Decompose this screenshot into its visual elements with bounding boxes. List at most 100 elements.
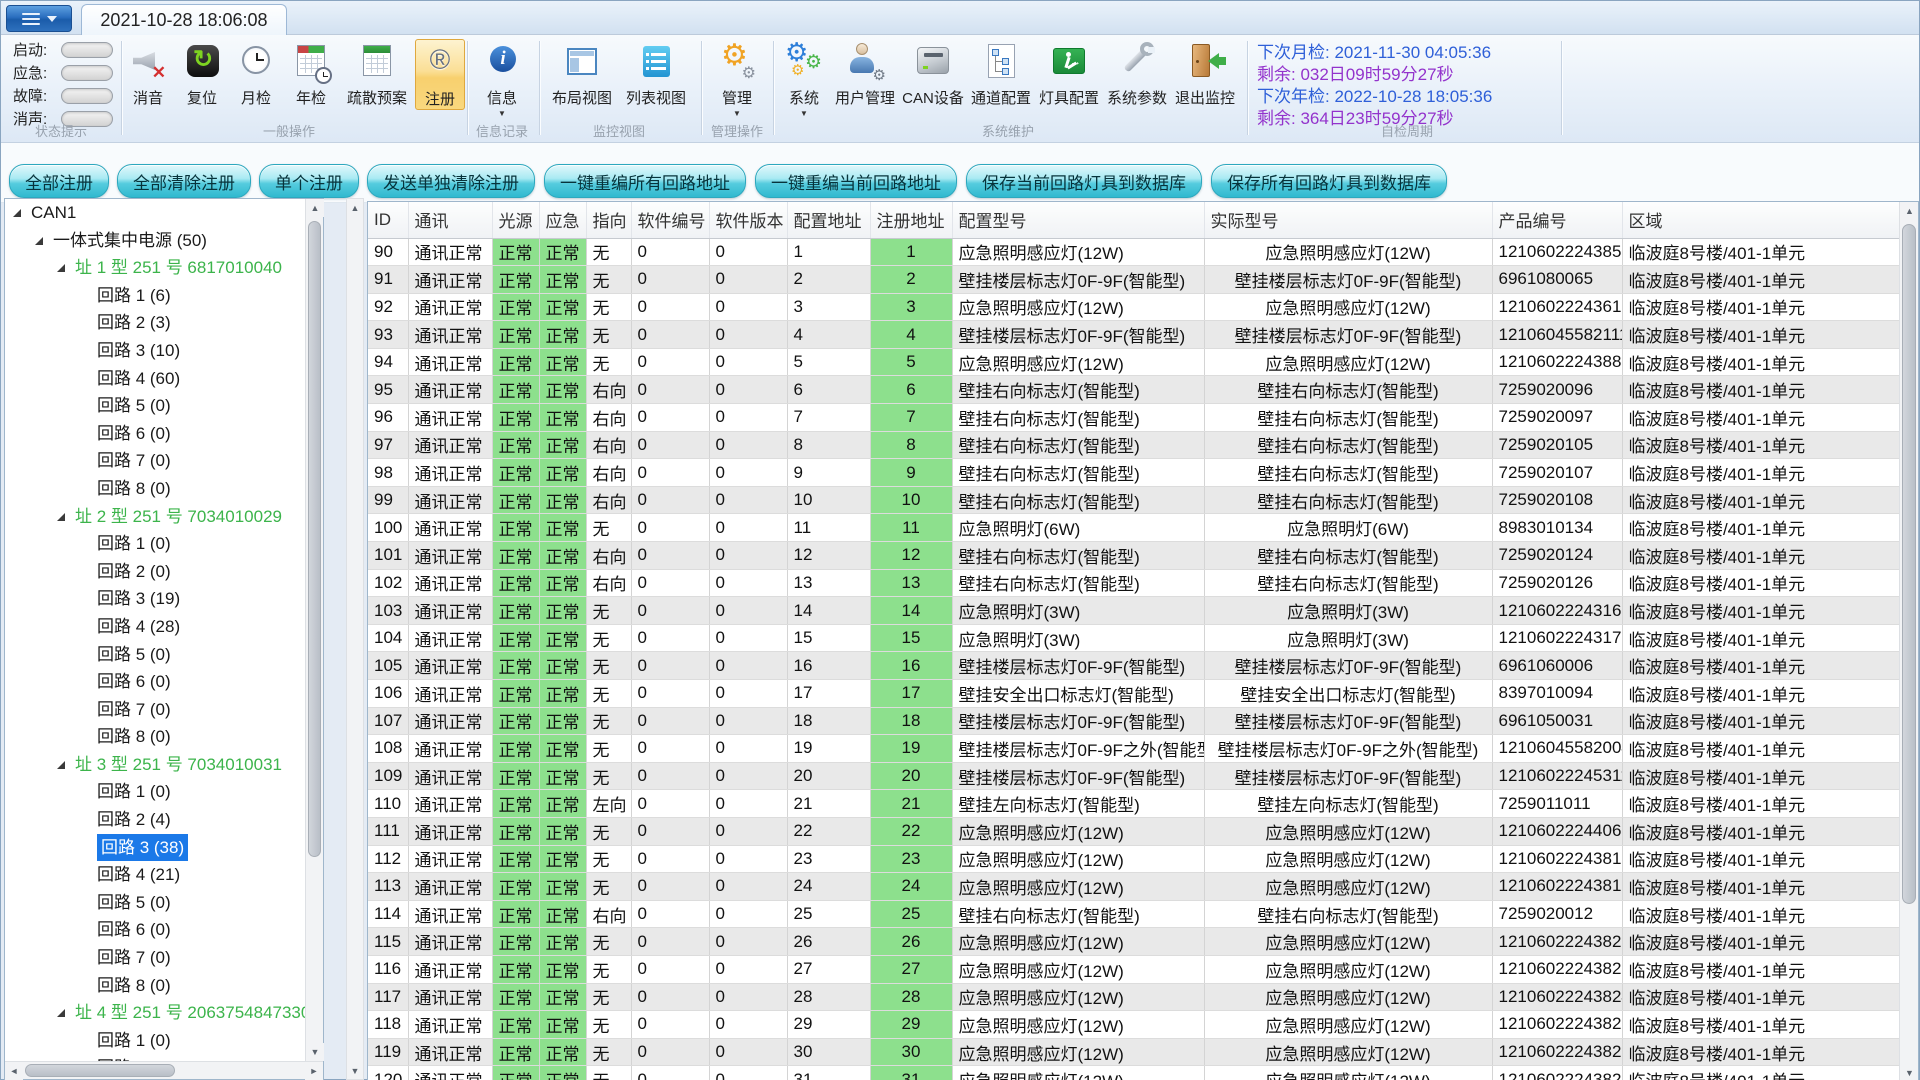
action-button-7[interactable]: 保存所有回路灯具到数据库: [1211, 164, 1447, 198]
column-header-ID[interactable]: ID: [368, 202, 408, 238]
table-row[interactable]: 116通讯正常正常正常无002727应急照明感应灯(12W)应急照明感应灯(12…: [368, 955, 1899, 983]
table-row[interactable]: 107通讯正常正常正常无001818壁挂楼层标志灯0F-9F(智能型)壁挂楼层标…: [368, 707, 1899, 735]
table-row[interactable]: 120通讯正常正常正常无003131应急照明感应灯(12W)应急照明感应灯(12…: [368, 1066, 1899, 1080]
tree-expander-icon[interactable]: [57, 513, 65, 521]
datetime-tab[interactable]: 2021-10-28 18:06:08: [81, 4, 287, 35]
info-button[interactable]: i 信息 ▼: [472, 39, 532, 118]
tree-item[interactable]: 回路 3 (19): [5, 585, 305, 613]
column-header-应急[interactable]: 应急: [539, 202, 586, 238]
tree-item[interactable]: 回路 7 (0): [5, 696, 305, 724]
tree-vscrollbar[interactable]: ▲ ▼: [305, 199, 323, 1061]
exit-monitor-button[interactable]: 退出监控: [1171, 39, 1239, 108]
table-vscrollbar-thumb[interactable]: [1902, 224, 1916, 904]
tree-item[interactable]: 回路 3 (38): [5, 834, 305, 862]
table-row[interactable]: 110通讯正常正常正常左向002121壁挂左向标志灯(智能型)壁挂左向标志灯(智…: [368, 790, 1899, 818]
tree-item[interactable]: 回路 5 (0): [5, 392, 305, 420]
tree-item[interactable]: 回路 4 (28): [5, 613, 305, 641]
channel-config-button[interactable]: 通道配置: [967, 39, 1035, 108]
tree-vscrollbar-thumb[interactable]: [308, 221, 321, 857]
table-row[interactable]: 118通讯正常正常正常无002929应急照明感应灯(12W)应急照明感应灯(12…: [368, 1011, 1899, 1039]
column-header-软件编号[interactable]: 软件编号: [631, 202, 709, 238]
tree-item[interactable]: 址 1 型 251 号 6817010040: [5, 254, 305, 282]
table-row[interactable]: 109通讯正常正常正常无002020壁挂楼层标志灯0F-9F(智能型)壁挂楼层标…: [368, 762, 1899, 790]
tree-item[interactable]: 回路 8 (0): [5, 972, 305, 1000]
table-row[interactable]: 92通讯正常正常正常无0033应急照明感应灯(12W)应急照明感应灯(12W)1…: [368, 293, 1899, 321]
tree-item[interactable]: 回路 8 (0): [5, 475, 305, 503]
table-row[interactable]: 111通讯正常正常正常无002222应急照明感应灯(12W)应急照明感应灯(12…: [368, 817, 1899, 845]
column-header-指向[interactable]: 指向: [586, 202, 631, 238]
table-vscrollbar[interactable]: ▲ ▼: [1899, 202, 1918, 1080]
tree-item[interactable]: 回路 6 (0): [5, 668, 305, 696]
tree-item[interactable]: 回路 7 (0): [5, 447, 305, 475]
system-params-button[interactable]: 系统参数: [1103, 39, 1171, 108]
column-header-光源[interactable]: 光源: [492, 202, 539, 238]
user-management-button[interactable]: ⚙ 用户管理: [831, 39, 899, 108]
tree-item[interactable]: 回路 2 (0): [5, 1054, 305, 1061]
tree-expander-icon[interactable]: [13, 209, 21, 217]
tree-hscrollbar[interactable]: ◄ ►: [5, 1061, 323, 1079]
action-button-2[interactable]: 单个注册: [259, 164, 359, 198]
table-row[interactable]: 108通讯正常正常正常无001919壁挂楼层标志灯0F-9F之外(智能型)壁挂楼…: [368, 735, 1899, 763]
layout-view-button[interactable]: 布局视图: [545, 39, 619, 108]
tree-item[interactable]: 回路 1 (0): [5, 530, 305, 558]
table-row[interactable]: 95通讯正常正常正常右向0066壁挂右向标志灯(智能型)壁挂右向标志灯(智能型)…: [368, 376, 1899, 404]
tree-item[interactable]: 回路 2 (3): [5, 309, 305, 337]
tree-item[interactable]: 址 2 型 251 号 7034010029: [5, 503, 305, 531]
table-row[interactable]: 91通讯正常正常正常无0022壁挂楼层标志灯0F-9F(智能型)壁挂楼层标志灯0…: [368, 266, 1899, 294]
table-row[interactable]: 115通讯正常正常正常无002626应急照明感应灯(12W)应急照明感应灯(12…: [368, 928, 1899, 956]
column-header-软件版本[interactable]: 软件版本: [709, 202, 787, 238]
lamp-config-button[interactable]: → 灯具配置: [1035, 39, 1103, 108]
tree-item[interactable]: 回路 2 (4): [5, 806, 305, 834]
table-row[interactable]: 96通讯正常正常正常右向0077壁挂右向标志灯(智能型)壁挂右向标志灯(智能型)…: [368, 404, 1899, 432]
tree-expander-icon[interactable]: [35, 237, 43, 245]
table-row[interactable]: 104通讯正常正常正常无001515应急照明灯(3W)应急照明灯(3W)1210…: [368, 624, 1899, 652]
tree-item[interactable]: 回路 4 (60): [5, 365, 305, 393]
tree-item[interactable]: 址 4 型 251 号 20637548473309: [5, 999, 305, 1027]
table-row[interactable]: 117通讯正常正常正常无002828应急照明感应灯(12W)应急照明感应灯(12…: [368, 983, 1899, 1011]
manage-button[interactable]: ⚙⚙ 管理 ▼: [707, 39, 767, 118]
scroll-right-icon[interactable]: ►: [305, 1062, 323, 1080]
tree-item[interactable]: 回路 3 (10): [5, 337, 305, 365]
monthly-check-button[interactable]: 月检: [229, 39, 283, 108]
column-header-实际型号[interactable]: 实际型号: [1204, 202, 1492, 238]
tree-item[interactable]: 回路 8 (0): [5, 723, 305, 751]
tree-item[interactable]: CAN1: [5, 199, 305, 227]
table-row[interactable]: 98通讯正常正常正常右向0099壁挂右向标志灯(智能型)壁挂右向标志灯(智能型)…: [368, 459, 1899, 487]
table-row[interactable]: 100通讯正常正常正常无001111应急照明灯(6W)应急照明灯(6W)8983…: [368, 514, 1899, 542]
table-row[interactable]: 106通讯正常正常正常无001717壁挂安全出口标志灯(智能型)壁挂安全出口标志…: [368, 680, 1899, 708]
table-row[interactable]: 101通讯正常正常正常右向001212壁挂右向标志灯(智能型)壁挂右向标志灯(智…: [368, 542, 1899, 570]
scroll-down-icon[interactable]: ▼: [1900, 1064, 1919, 1080]
table-row[interactable]: 103通讯正常正常正常无001414应急照明灯(3W)应急照明灯(3W)1210…: [368, 597, 1899, 625]
tree-item[interactable]: 回路 1 (0): [5, 1027, 305, 1055]
can-device-button[interactable]: CAN设备: [899, 39, 967, 108]
tree-item[interactable]: 回路 1 (6): [5, 282, 305, 310]
action-button-0[interactable]: 全部注册: [9, 164, 109, 198]
tree-item[interactable]: 回路 4 (21): [5, 861, 305, 889]
table-row[interactable]: 112通讯正常正常正常无002323应急照明感应灯(12W)应急照明感应灯(12…: [368, 845, 1899, 873]
scroll-up-icon[interactable]: ▲: [347, 199, 363, 216]
evacuation-plan-button[interactable]: 疏散预案: [339, 39, 415, 108]
scroll-down-icon[interactable]: ▼: [306, 1043, 324, 1061]
tree-expander-icon[interactable]: [57, 264, 65, 272]
scroll-up-icon[interactable]: ▲: [306, 199, 324, 217]
table-row[interactable]: 119通讯正常正常正常无003030应急照明感应灯(12W)应急照明感应灯(12…: [368, 1038, 1899, 1066]
column-header-区域[interactable]: 区域: [1622, 202, 1899, 238]
annual-check-button[interactable]: 年检: [283, 39, 339, 108]
tree-item[interactable]: 回路 6 (0): [5, 916, 305, 944]
action-button-3[interactable]: 发送单独清除注册: [367, 164, 535, 198]
table-row[interactable]: 102通讯正常正常正常右向001313壁挂右向标志灯(智能型)壁挂右向标志灯(智…: [368, 569, 1899, 597]
system-button[interactable]: ⚙⚙⚙ 系统 ▼: [777, 39, 831, 118]
tree-hscrollbar-thumb[interactable]: [25, 1064, 175, 1077]
tree-item[interactable]: 回路 5 (0): [5, 641, 305, 669]
tree-item[interactable]: 址 3 型 251 号 7034010031: [5, 751, 305, 779]
action-button-6[interactable]: 保存当前回路灯具到数据库: [966, 164, 1202, 198]
app-menu-button[interactable]: [6, 5, 72, 32]
reset-button[interactable]: ↻ 复位: [175, 39, 229, 108]
list-view-button[interactable]: 列表视图: [619, 39, 693, 108]
table-row[interactable]: 113通讯正常正常正常无002424应急照明感应灯(12W)应急照明感应灯(12…: [368, 873, 1899, 901]
scroll-left-icon[interactable]: ◄: [5, 1062, 23, 1080]
tree-item[interactable]: 回路 7 (0): [5, 944, 305, 972]
tree-item[interactable]: 回路 6 (0): [5, 420, 305, 448]
column-header-配置型号[interactable]: 配置型号: [952, 202, 1204, 238]
table-row[interactable]: 105通讯正常正常正常无001616壁挂楼层标志灯0F-9F(智能型)壁挂楼层标…: [368, 652, 1899, 680]
